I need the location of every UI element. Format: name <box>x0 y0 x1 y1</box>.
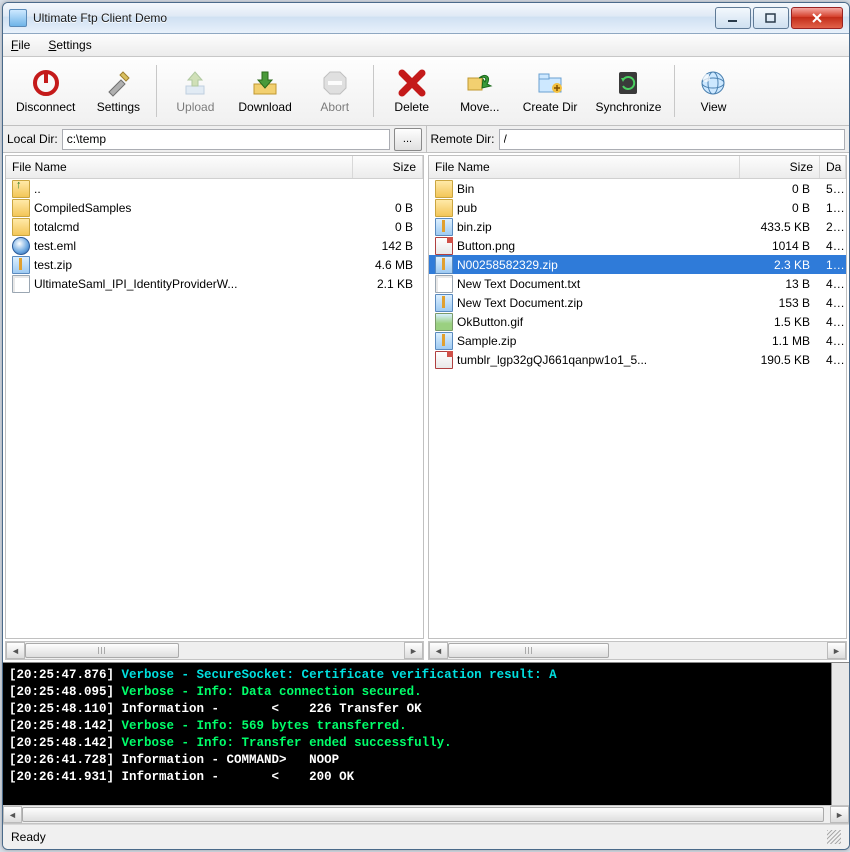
tools-icon <box>103 68 133 98</box>
console-scrollbar[interactable] <box>831 663 849 805</box>
move-button[interactable]: Move... <box>446 59 514 123</box>
new-folder-icon <box>535 68 565 98</box>
download-button[interactable]: Download <box>229 59 300 123</box>
file-icon <box>12 256 30 274</box>
abort-icon <box>320 68 350 98</box>
console-hscroll[interactable]: ◄ ► <box>3 805 849 824</box>
dir-bar: Local Dir: ... Remote Dir: <box>3 126 849 153</box>
view-button[interactable]: View <box>679 59 747 123</box>
list-item[interactable]: pub0 B1/2 <box>429 198 846 217</box>
local-columns[interactable]: File Name Size <box>6 156 423 179</box>
local-pane: File Name Size ..CompiledSamples0 Btotal… <box>5 155 424 639</box>
col-size[interactable]: Size <box>740 156 820 178</box>
file-icon <box>435 199 453 217</box>
file-icon <box>12 237 30 255</box>
scroll-left-icon[interactable]: ◄ <box>429 642 448 659</box>
statusbar: Ready <box>3 824 849 849</box>
file-icon <box>435 313 453 331</box>
list-item[interactable]: bin.zip433.5 KB2/1 <box>429 217 846 236</box>
upload-button[interactable]: Upload <box>161 59 229 123</box>
create-dir-button[interactable]: Create Dir <box>514 59 587 123</box>
toolbar: Disconnect Settings Upload Download Abo <box>3 57 849 126</box>
window-title: Ultimate Ftp Client Demo <box>33 11 715 25</box>
app-window: Ultimate Ftp Client Demo File Settings D… <box>2 2 850 850</box>
globe-icon <box>698 68 728 98</box>
list-item[interactable]: New Text Document.zip153 B4/4 <box>429 293 846 312</box>
app-icon <box>9 9 27 27</box>
file-icon <box>435 294 453 312</box>
file-icon <box>12 218 30 236</box>
list-item[interactable]: tumblr_lgp32gQJ661qanpw1o1_5...190.5 KB4… <box>429 350 846 369</box>
list-item[interactable]: Button.png1014 B4/4 <box>429 236 846 255</box>
remote-pane: File Name Size Da Bin0 B5/8pub0 B1/2bin.… <box>428 155 847 639</box>
local-list[interactable]: ..CompiledSamples0 Btotalcmd0 Btest.eml1… <box>6 179 423 638</box>
file-icon <box>435 275 453 293</box>
upload-icon <box>180 68 210 98</box>
list-item[interactable]: totalcmd0 B <box>6 217 423 236</box>
col-name[interactable]: File Name <box>429 156 740 178</box>
close-button[interactable] <box>791 7 843 29</box>
move-icon <box>465 68 495 98</box>
list-item[interactable]: CompiledSamples0 B <box>6 198 423 217</box>
titlebar[interactable]: Ultimate Ftp Client Demo <box>3 3 849 34</box>
scroll-left-icon[interactable]: ◄ <box>3 806 22 823</box>
maximize-button[interactable] <box>753 7 789 29</box>
list-item[interactable]: Bin0 B5/8 <box>429 179 846 198</box>
list-item[interactable]: .. <box>6 179 423 198</box>
file-icon <box>435 180 453 198</box>
scroll-right-icon[interactable]: ► <box>827 642 846 659</box>
list-item[interactable]: test.eml142 B <box>6 236 423 255</box>
menu-settings[interactable]: Settings <box>48 38 91 52</box>
scroll-left-icon[interactable]: ◄ <box>6 642 25 659</box>
minimize-button[interactable] <box>715 7 751 29</box>
remote-dir-label: Remote Dir: <box>431 132 495 146</box>
list-item[interactable]: test.zip4.6 MB <box>6 255 423 274</box>
abort-button[interactable]: Abort <box>301 59 369 123</box>
delete-button[interactable]: Delete <box>378 59 446 123</box>
download-icon <box>250 68 280 98</box>
local-dir-input[interactable] <box>62 129 390 150</box>
col-date[interactable]: Da <box>820 156 846 178</box>
power-icon <box>31 68 61 98</box>
status-text: Ready <box>11 830 46 844</box>
file-icon <box>435 332 453 350</box>
remote-dir-input[interactable] <box>499 129 845 150</box>
menu-file[interactable]: File <box>11 38 30 52</box>
scroll-right-icon[interactable]: ► <box>404 642 423 659</box>
list-item[interactable]: Sample.zip1.1 MB4/4 <box>429 331 846 350</box>
file-icon <box>12 180 30 198</box>
file-icon <box>435 256 453 274</box>
file-icon <box>435 218 453 236</box>
resize-grip-icon[interactable] <box>827 830 841 844</box>
scroll-right-icon[interactable]: ► <box>830 806 849 823</box>
menubar: File Settings <box>3 34 849 57</box>
file-icon <box>12 275 30 293</box>
list-item[interactable]: OkButton.gif1.5 KB4/4 <box>429 312 846 331</box>
console-log[interactable]: [20:25:47.876] Verbose - SecureSocket: C… <box>3 663 849 805</box>
remote-columns[interactable]: File Name Size Da <box>429 156 846 179</box>
file-panes: File Name Size ..CompiledSamples0 Btotal… <box>3 153 849 662</box>
sync-icon <box>613 68 643 98</box>
list-item[interactable]: UltimateSaml_IPI_IdentityProviderW...2.1… <box>6 274 423 293</box>
remote-list[interactable]: Bin0 B5/8pub0 B1/2bin.zip433.5 KB2/1Butt… <box>429 179 846 638</box>
file-icon <box>12 199 30 217</box>
file-icon <box>435 237 453 255</box>
synchronize-button[interactable]: Synchronize <box>586 59 670 123</box>
local-dir-label: Local Dir: <box>7 132 58 146</box>
remote-hscroll[interactable]: ◄ ► <box>428 641 847 660</box>
settings-button[interactable]: Settings <box>84 59 152 123</box>
console-wrap: [20:25:47.876] Verbose - SecureSocket: C… <box>3 662 849 824</box>
col-size[interactable]: Size <box>353 156 423 178</box>
browse-button[interactable]: ... <box>394 128 422 151</box>
file-icon <box>435 351 453 369</box>
local-hscroll[interactable]: ◄ ► <box>5 641 424 660</box>
disconnect-button[interactable]: Disconnect <box>7 59 84 123</box>
delete-icon <box>397 68 427 98</box>
list-item[interactable]: New Text Document.txt13 B4/4 <box>429 274 846 293</box>
col-name[interactable]: File Name <box>6 156 353 178</box>
list-item[interactable]: N00258582329.zip2.3 KB1/2 <box>429 255 846 274</box>
